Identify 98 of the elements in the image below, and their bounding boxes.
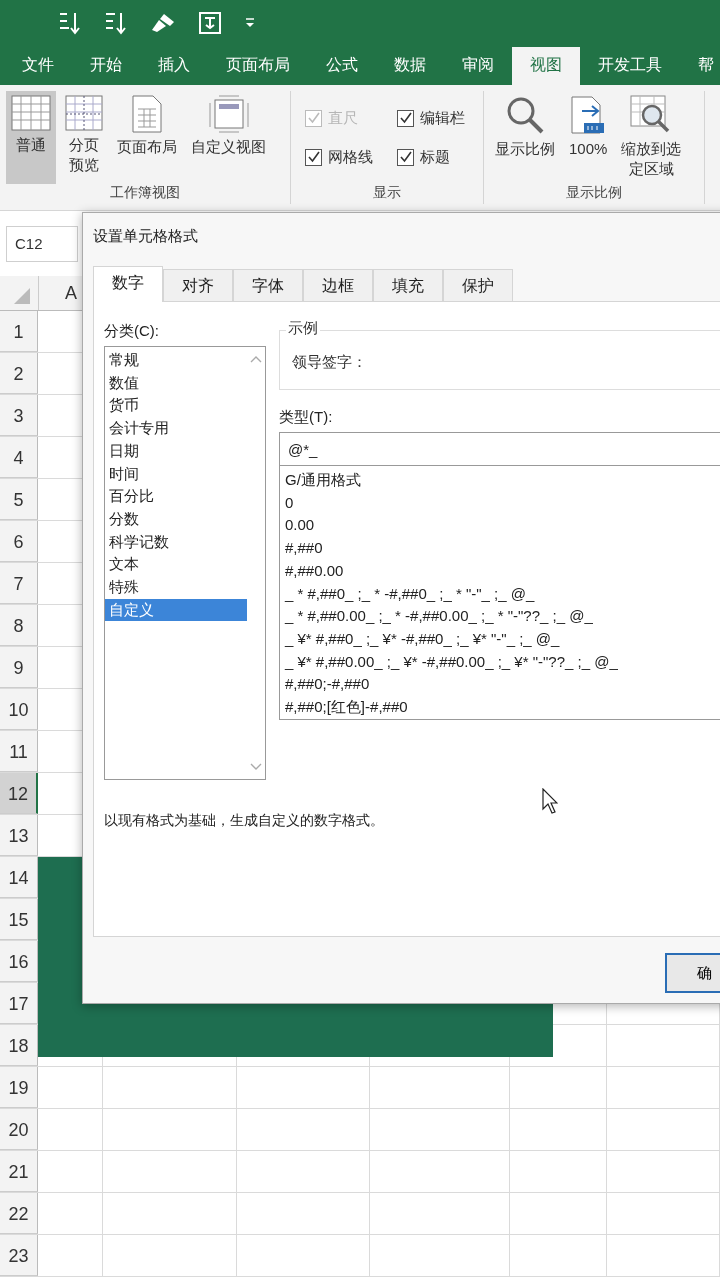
row-header[interactable]: 10 (0, 689, 38, 730)
page-break-icon (65, 95, 103, 131)
category-item[interactable]: 数值 (105, 371, 247, 395)
zoom-magnifier-icon (505, 95, 545, 135)
ribbon-tab[interactable]: 文件 (4, 47, 72, 85)
normal-view-icon (11, 95, 51, 131)
ribbon-tab[interactable]: 开发工具 (580, 47, 680, 85)
row-header[interactable]: 6 (0, 521, 38, 562)
field-label: 分类(C): (104, 322, 160, 341)
group-label: 显示比例 (565, 184, 623, 202)
row-header[interactable]: 2 (0, 353, 38, 394)
group-legend: 示例 (286, 319, 320, 338)
row-header[interactable]: 22 (0, 1193, 38, 1234)
checkbox-label: 网格线 (328, 147, 373, 167)
category-item[interactable]: 科学记数 (105, 530, 247, 554)
format-item[interactable]: #,##0.00 (280, 559, 720, 583)
category-item[interactable]: 分数 (105, 507, 247, 531)
format-item[interactable]: _ ¥* #,##0_ ;_ ¥* -#,##0_ ;_ ¥* "-"_ ;_ @_ (280, 627, 720, 651)
format-item[interactable]: #,##0 (280, 537, 720, 560)
dialog-tab[interactable]: 边框 (303, 269, 373, 301)
row-header[interactable]: 23 (0, 1235, 38, 1276)
category-item[interactable]: 特殊 (105, 576, 247, 599)
category-item[interactable]: 货币 (105, 394, 247, 418)
cursor-icon (542, 788, 558, 814)
checkbox-label: 编辑栏 (420, 108, 465, 128)
zoom-100-button[interactable]: 100% (564, 91, 613, 184)
row-header[interactable]: 21 (0, 1151, 38, 1192)
name-box[interactable]: C12 (6, 225, 78, 262)
row-header[interactable]: 3 (0, 395, 38, 436)
ok-button[interactable]: 确 (665, 953, 720, 993)
brush-icon[interactable] (150, 11, 176, 34)
checkbox[interactable] (305, 148, 322, 166)
category-item[interactable]: 文本 (105, 553, 247, 577)
row-header[interactable]: 19 (0, 1067, 38, 1108)
sample-text: 领导签字： (291, 352, 368, 372)
row-header[interactable]: 14 (0, 857, 38, 898)
category-item[interactable]: 自定义 (105, 598, 247, 622)
row-header[interactable]: 4 (0, 437, 38, 478)
row-header[interactable]: 1 (0, 311, 38, 352)
dialog-tab[interactable]: 数字 (93, 266, 163, 302)
dialog-tab[interactable]: 保护 (443, 269, 513, 301)
ribbon-tab[interactable]: 审阅 (444, 47, 512, 85)
category-item[interactable]: 会计专用 (105, 417, 247, 440)
type-input[interactable]: @*_ (279, 432, 720, 466)
checkbox-label: 标题 (420, 147, 450, 167)
row-header[interactable]: 9 (0, 647, 38, 688)
row-header[interactable]: 13 (0, 815, 38, 856)
row-header[interactable]: 18 (0, 1025, 38, 1066)
page-break-preview-button[interactable]: 分页预览 (60, 91, 108, 184)
page-layout-icon (132, 95, 162, 133)
zoom-button[interactable]: 显示比例 (490, 91, 560, 184)
dialog-tab[interactable]: 填充 (373, 269, 443, 301)
page-zoom-icon (570, 95, 607, 135)
category-item[interactable]: 常规 (105, 349, 247, 372)
ribbon-tab[interactable]: 公式 (308, 47, 376, 85)
dialog-title: 设置单元格格式 (92, 226, 199, 246)
zoom-to-selection-button[interactable]: 缩放到选定区域 (616, 91, 687, 184)
format-item[interactable]: 0 (280, 491, 720, 515)
normal-view-button[interactable]: 普通 (6, 91, 56, 184)
category-item[interactable]: 百分比 (105, 485, 247, 508)
ribbon-tab[interactable]: 数据 (376, 47, 444, 85)
format-item[interactable]: #,##0;-#,##0 (280, 673, 720, 697)
row-header[interactable]: 20 (0, 1109, 38, 1150)
format-item[interactable]: #,##0;[红色]-#,##0 (280, 696, 720, 719)
dialog-tab[interactable]: 字体 (233, 269, 303, 301)
field-label: 类型(T): (279, 408, 334, 427)
checkbox-label: 直尺 (328, 108, 358, 128)
format-item[interactable]: _ ¥* #,##0.00_ ;_ ¥* -#,##0.00_ ;_ ¥* "-"??_ ;_ @_ (280, 650, 720, 674)
row-header[interactable]: 5 (0, 479, 38, 520)
row-header[interactable]: 12 (0, 773, 38, 814)
format-item[interactable]: G/通用格式 (280, 469, 720, 492)
format-item[interactable]: 0.00 (280, 514, 720, 538)
custom-view-icon (208, 95, 249, 133)
row-header[interactable]: 17 (0, 983, 38, 1024)
dropdown-icon[interactable] (244, 16, 256, 29)
category-item[interactable]: 时间 (105, 462, 247, 486)
row-header[interactable]: 8 (0, 605, 38, 646)
checkbox[interactable] (397, 148, 414, 166)
ribbon-tab[interactable]: 插入 (140, 47, 208, 85)
category-item[interactable]: 日期 (105, 439, 247, 463)
description-text: 以现有格式为基础，生成自定义的数字格式。 (104, 812, 385, 830)
dialog-tab[interactable]: 对齐 (163, 269, 233, 301)
format-item[interactable]: _ * #,##0_ ;_ * -#,##0_ ;_ * "-"_ ;_ @_ (280, 582, 720, 606)
group-label: 显示 (372, 184, 402, 202)
ribbon-tab[interactable]: 帮 (680, 47, 720, 85)
page-layout-button[interactable]: 页面布局 (112, 91, 182, 184)
ribbon-tab[interactable]: 开始 (72, 47, 140, 85)
row-header[interactable]: 16 (0, 941, 38, 982)
checkbox[interactable] (397, 109, 414, 127)
row-header[interactable]: 7 (0, 563, 38, 604)
form-icon[interactable] (198, 10, 222, 35)
row-header[interactable]: 11 (0, 731, 38, 772)
format-item[interactable]: _ * #,##0.00_ ;_ * -#,##0.00_ ;_ * "-"??_ ;_ @_ (280, 605, 720, 628)
ribbon-tab[interactable]: 视图 (512, 47, 580, 85)
row-header[interactable]: 15 (0, 899, 38, 940)
custom-views-button[interactable]: 自定义视图 (186, 91, 271, 184)
ribbon-tab[interactable]: 页面布局 (208, 47, 308, 85)
group-label: 工作簿视图 (109, 184, 181, 202)
